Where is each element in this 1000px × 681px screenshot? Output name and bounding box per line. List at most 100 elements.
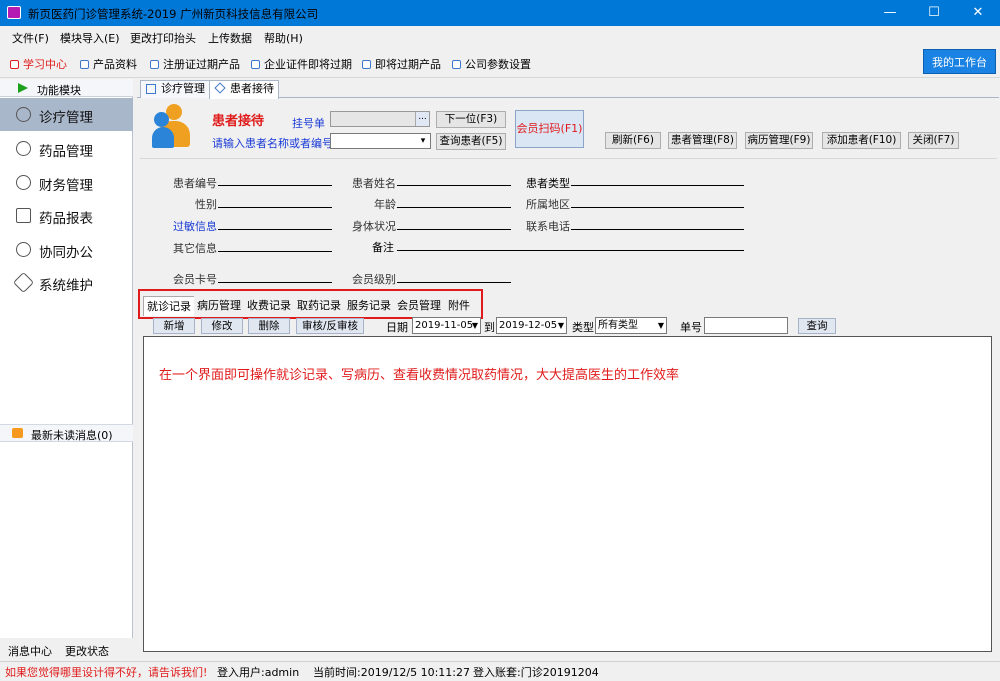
feature-note: 在一个界面即可操作就诊记录、写病历、查看收费情况取药情况，大大提高医生的工作效率 xyxy=(159,368,680,383)
audit-button[interactable]: 审核/反审核 xyxy=(296,318,364,334)
registration-label: 挂号单 xyxy=(292,117,325,130)
allergy-label[interactable]: 过敏信息 xyxy=(173,218,217,234)
registration-browse-button[interactable]: ... xyxy=(415,112,429,126)
app-logo-icon xyxy=(7,6,21,19)
date-to-picker[interactable]: 2019-12-05 ▼ xyxy=(496,317,567,334)
records-grid[interactable] xyxy=(143,336,992,652)
chevron-down-icon[interactable]: ▾ xyxy=(417,134,429,148)
list-icon xyxy=(146,84,156,94)
refresh-button[interactable]: 刷新(F6) xyxy=(605,132,661,149)
remark-label: 备注 xyxy=(372,241,394,254)
highlight-box xyxy=(138,289,483,319)
medical-record-button[interactable]: 病历管理(F9) xyxy=(745,132,813,149)
patient-name-field[interactable] xyxy=(397,185,511,186)
gender-field[interactable] xyxy=(218,207,332,208)
monitor-icon xyxy=(16,208,31,223)
sidebar-item-label: 药品管理 xyxy=(39,144,93,160)
menu-upload[interactable]: 上传数据 xyxy=(208,30,252,46)
patient-type-field[interactable] xyxy=(571,185,744,186)
sidebar-item-label: 协同办公 xyxy=(39,245,93,261)
workbench-button[interactable]: 我的工作台 xyxy=(923,49,996,74)
sidebar-item-clinic[interactable]: 诊疗管理 xyxy=(0,98,133,131)
patient-type-label: 患者类型 xyxy=(526,177,570,190)
certificate-icon xyxy=(150,59,159,69)
menu-file[interactable]: 文件(F) xyxy=(12,30,49,46)
sidebar-item-label: 系统维护 xyxy=(39,278,93,294)
sidebar-item-medicine[interactable]: 药品管理 xyxy=(0,132,133,165)
patient-search-combo[interactable] xyxy=(330,133,431,149)
close-button[interactable]: ✕ xyxy=(956,0,1000,26)
minimize-button[interactable]: — xyxy=(868,0,912,26)
member-level-field[interactable] xyxy=(397,282,511,283)
toolbar-company-settings[interactable]: 公司参数设置 xyxy=(452,56,531,72)
chevron-down-icon: ▼ xyxy=(471,321,478,330)
sidebar-item-collaboration[interactable]: 协同办公 xyxy=(0,233,133,266)
menu-help[interactable]: 帮助(H) xyxy=(264,30,303,46)
gender-label: 性别 xyxy=(195,198,217,211)
phone-field[interactable] xyxy=(571,229,744,230)
gear-icon xyxy=(16,242,31,257)
sidebar-item-maintenance[interactable]: 系统维护 xyxy=(0,266,133,299)
next-patient-button[interactable]: 下一位(F3) xyxy=(436,111,506,128)
condition-field[interactable] xyxy=(397,229,511,230)
tab-clinic[interactable]: 诊疗管理 xyxy=(140,80,210,98)
sidebar-item-label: 药品报表 xyxy=(39,211,93,227)
date-from-picker[interactable]: 2019-11-05 ▼ xyxy=(412,317,481,334)
tab-reception[interactable]: 患者接待 xyxy=(209,80,279,99)
maximize-button[interactable]: ☐ xyxy=(912,0,956,26)
unread-messages-label: 最新未读消息(0) xyxy=(31,429,113,442)
toolbar-learning-center[interactable]: 学习中心 xyxy=(10,56,67,72)
login-account: 登入账套:门诊20191204 xyxy=(473,666,599,679)
sidebar-item-reports[interactable]: 药品报表 xyxy=(0,199,133,232)
add-button[interactable]: 新增 xyxy=(153,318,195,334)
medicine-icon xyxy=(16,141,31,156)
type-select[interactable]: 所有类型 ▼ xyxy=(595,317,667,334)
condition-label: 身体状况 xyxy=(352,220,396,233)
member-scan-button[interactable]: 会员扫码(F1) xyxy=(515,110,584,148)
menu-module-import[interactable]: 模块导入(E) xyxy=(60,30,120,46)
message-center-link[interactable]: 消息中心 xyxy=(8,643,52,659)
other-info-label: 其它信息 xyxy=(173,242,217,255)
allergy-field[interactable] xyxy=(218,229,332,230)
patient-no-label: 患者编号 xyxy=(173,177,217,190)
expiry-icon xyxy=(362,59,371,69)
order-no-input[interactable] xyxy=(704,317,788,334)
chevron-down-icon: ▼ xyxy=(557,321,564,330)
speaker-icon xyxy=(12,428,23,438)
feedback-text[interactable]: 如果您觉得哪里设计得不好，请告诉我们! xyxy=(5,664,207,680)
region-field[interactable] xyxy=(571,207,744,208)
license-icon xyxy=(251,59,260,69)
toolbar-license-expiring[interactable]: 企业证件即将过期 xyxy=(251,56,352,72)
add-patient-button[interactable]: 添加患者(F10) xyxy=(822,132,901,149)
learning-icon xyxy=(10,59,19,69)
chevron-down-icon: ▼ xyxy=(657,321,664,330)
toolbar-product-info[interactable]: 产品资料 xyxy=(80,56,137,72)
toolbar-expired-registration[interactable]: 注册证过期产品 xyxy=(150,56,240,72)
other-info-field[interactable] xyxy=(218,251,332,252)
close-tab-button[interactable]: 关闭(F7) xyxy=(908,132,959,149)
to-label: 到 xyxy=(484,321,495,334)
member-level-label: 会员级别 xyxy=(352,273,396,286)
window-title: 新页医药门诊管理系统-2019 广州新页科技信息有限公司 xyxy=(28,7,319,21)
region-label: 所属地区 xyxy=(526,198,570,211)
sidebar-header-label: 功能模块 xyxy=(37,84,81,97)
type-label: 类型 xyxy=(572,321,594,334)
sidebar-item-finance[interactable]: 财务管理 xyxy=(0,166,133,199)
diamond-icon xyxy=(214,82,226,94)
member-card-field[interactable] xyxy=(218,282,332,283)
patient-management-button[interactable]: 患者管理(F8) xyxy=(668,132,737,149)
age-label: 年龄 xyxy=(374,198,396,211)
remark-field[interactable] xyxy=(397,250,744,251)
toolbar-products-expiring[interactable]: 即将过期产品 xyxy=(362,56,441,72)
change-status-link[interactable]: 更改状态 xyxy=(65,643,109,659)
finance-icon xyxy=(16,175,31,190)
login-user: 登入用户:admin xyxy=(217,666,300,679)
query-patient-button[interactable]: 查询患者(F5) xyxy=(436,133,506,150)
query-button[interactable]: 查询 xyxy=(798,318,836,334)
patient-no-field[interactable] xyxy=(218,185,332,186)
age-field[interactable] xyxy=(397,207,511,208)
delete-button[interactable]: 删除 xyxy=(248,318,290,334)
menu-print-header[interactable]: 更改打印抬头 xyxy=(130,30,196,46)
edit-button[interactable]: 修改 xyxy=(201,318,243,334)
phone-label: 联系电话 xyxy=(526,220,570,233)
